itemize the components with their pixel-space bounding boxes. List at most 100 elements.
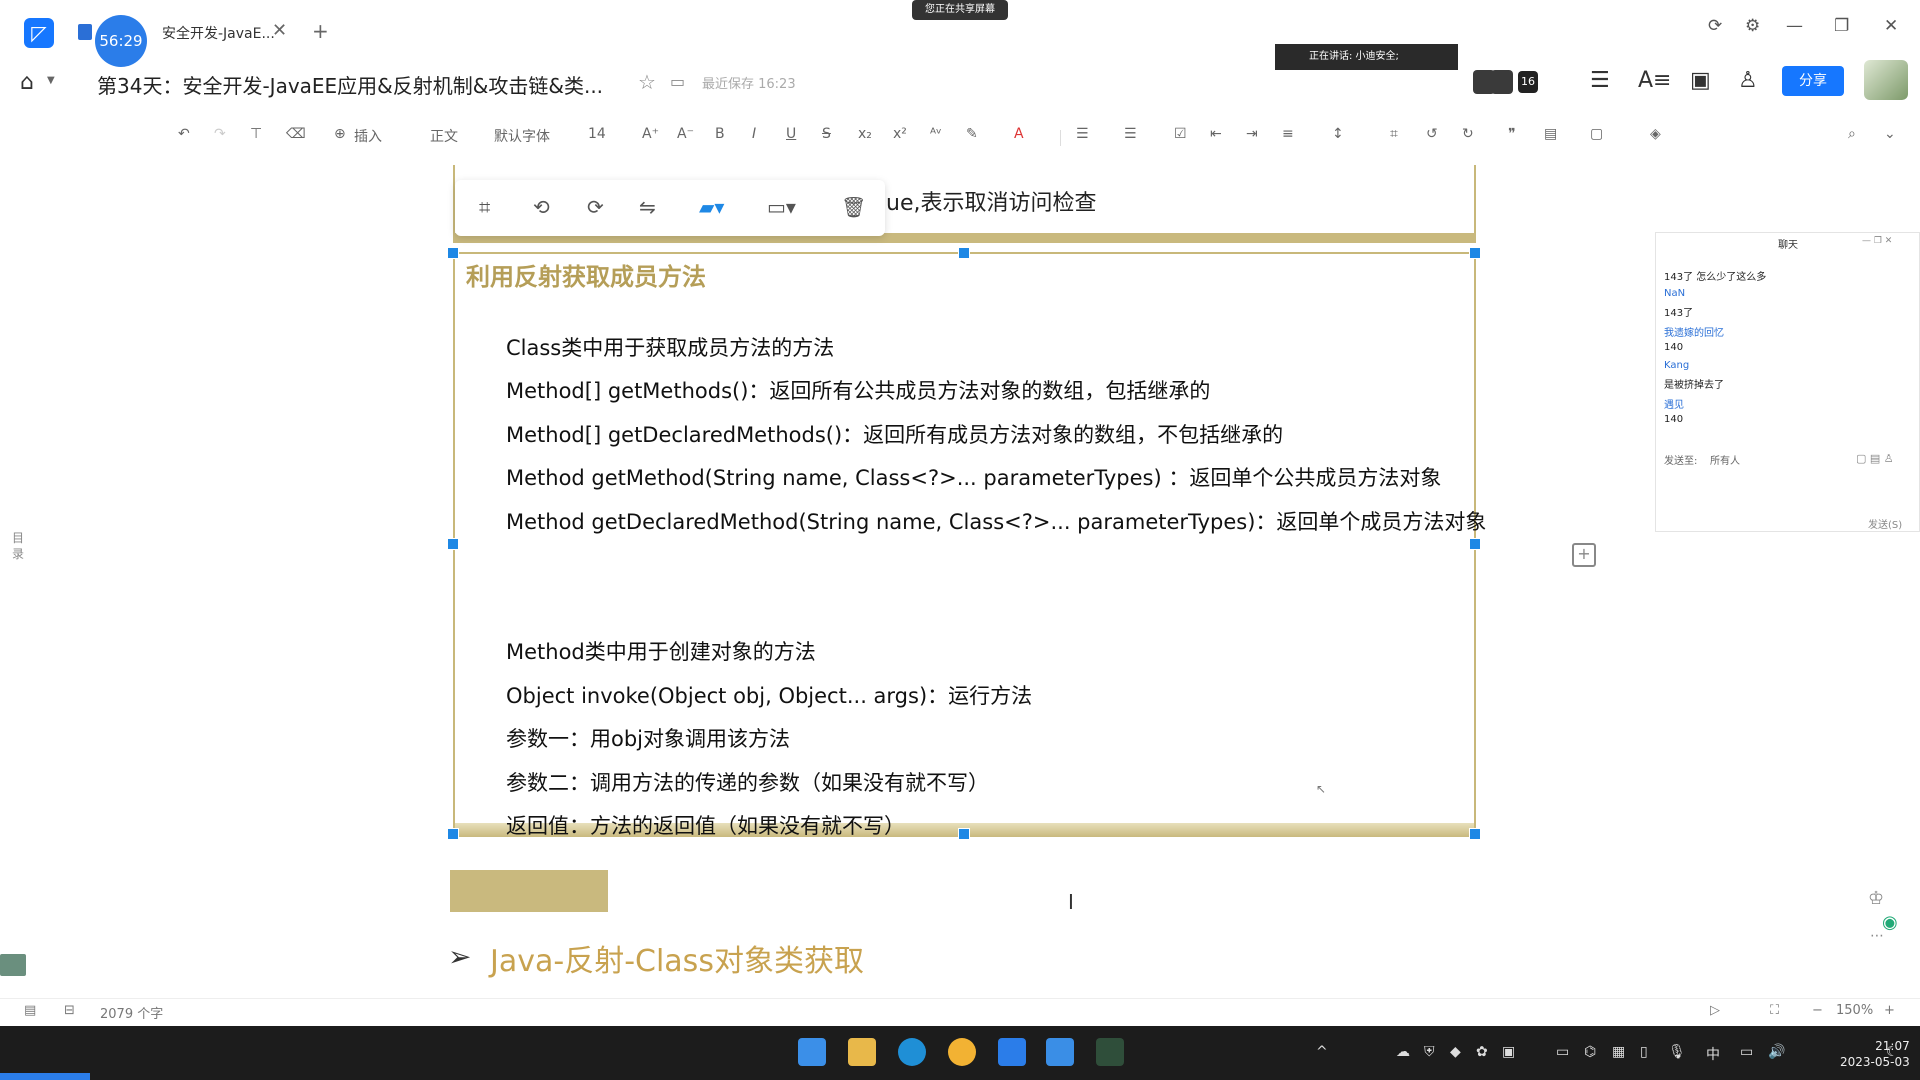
folder-icon[interactable]: ▭ — [670, 72, 685, 91]
crop-icon[interactable]: ⌗ — [479, 195, 490, 219]
font-color-icon[interactable]: A — [1014, 126, 1024, 142]
tray-battery-icon[interactable]: ▯ — [1640, 1044, 1648, 1060]
resize-handle[interactable] — [447, 247, 459, 259]
subscript-icon[interactable]: x₂ — [858, 126, 872, 142]
notification-icon[interactable]: ☾ — [1886, 1044, 1899, 1060]
frame-icon[interactable]: ▭▾ — [767, 195, 796, 219]
zoom-out-icon[interactable]: − — [1812, 1003, 1823, 1018]
tray-app-icon[interactable]: ◆ — [1450, 1044, 1461, 1060]
ide-icon[interactable] — [1096, 1038, 1124, 1066]
crop-icon[interactable]: ⌗ — [1390, 126, 1398, 142]
font-select[interactable]: 默认字体 — [494, 126, 550, 146]
tray-app-icon[interactable]: ▦ — [1612, 1044, 1625, 1060]
menu-icon[interactable]: ☰ — [1590, 68, 1610, 93]
bold-button[interactable]: B — [715, 126, 725, 142]
system-clock[interactable]: 21:07 2023-05-03 — [1840, 1038, 1910, 1070]
tray-overflow-icon[interactable]: ^ — [1316, 1044, 1328, 1060]
underline-button[interactable]: U — [786, 126, 796, 142]
help-icon[interactable]: ◉ — [1882, 912, 1898, 933]
fullscreen-icon[interactable]: ⛶ — [1770, 1003, 1779, 1018]
file-explorer-icon[interactable] — [848, 1038, 876, 1066]
avatar[interactable] — [1491, 70, 1513, 94]
user-avatar[interactable] — [1864, 60, 1908, 100]
insert-menu[interactable]: 插入 — [354, 126, 382, 146]
resize-handle[interactable] — [447, 538, 459, 550]
tray-app-icon[interactable]: ☁ — [1396, 1044, 1410, 1060]
present-icon[interactable]: ▣ — [1690, 68, 1711, 93]
delete-icon[interactable]: 🗑 — [841, 195, 866, 219]
chat-send-button[interactable]: 发送(S) — [1868, 516, 1902, 531]
resize-handle[interactable] — [1469, 538, 1481, 550]
page-view-icon[interactable]: ▤ — [24, 1003, 36, 1018]
new-tab-icon[interactable]: + — [312, 19, 329, 43]
collaborator-count[interactable]: 16 — [1518, 71, 1538, 93]
layout-icon[interactable]: ⊟ — [64, 1003, 75, 1018]
word-count[interactable]: 2079 个字 — [100, 1003, 163, 1022]
collapse-icon[interactable]: ⌄ — [1884, 126, 1896, 142]
redo-icon[interactable]: ↷ — [214, 126, 226, 142]
style-select[interactable]: 正文 — [430, 126, 458, 146]
size-select[interactable]: 14 — [588, 126, 606, 142]
share-button[interactable]: 分享 — [1782, 66, 1844, 96]
undo-icon[interactable]: ↶ — [178, 126, 190, 142]
image-style-icon[interactable]: ▰▾ — [699, 195, 724, 219]
resize-handle[interactable] — [958, 247, 970, 259]
tray-display-icon[interactable]: ▭ — [1556, 1044, 1569, 1060]
add-comment-icon[interactable]: + — [1572, 543, 1596, 567]
chat-window-controls[interactable]: — ❐ ✕ — [1862, 236, 1892, 246]
send-to-select[interactable]: 所有人 — [1710, 452, 1740, 467]
format-painter-icon[interactable]: ⊤ — [250, 126, 262, 142]
tray-app-icon[interactable]: ▣ — [1502, 1044, 1515, 1060]
document-title[interactable]: 第34天：安全开发-JavaEE应用&反射机制&攻击链&类... — [97, 70, 603, 99]
font-settings-icon[interactable]: A≡ — [1638, 68, 1671, 93]
clear-format-icon[interactable]: ⌫ — [286, 126, 306, 142]
highlight-icon[interactable]: ✎ — [966, 126, 978, 142]
template-icon[interactable]: ▢ — [1590, 126, 1603, 142]
numbered-list-icon[interactable]: ☰ — [1124, 126, 1137, 142]
italic-button[interactable]: I — [752, 126, 756, 142]
rotate-right-icon[interactable]: ⟳ — [587, 195, 604, 219]
docs-app-icon[interactable] — [998, 1038, 1026, 1066]
edge-icon[interactable] — [898, 1038, 926, 1066]
font-grow-icon[interactable]: A⁺ — [642, 126, 659, 142]
tab-close-icon[interactable]: ✕ — [272, 20, 287, 41]
bullet-list-icon[interactable]: ☰ — [1076, 126, 1089, 142]
rotate-right-icon[interactable]: ↻ — [1462, 126, 1474, 142]
resize-handle[interactable] — [447, 828, 459, 840]
tray-shield-icon[interactable]: ⛨ — [1424, 1044, 1435, 1060]
more-icon[interactable]: ⋯ — [1870, 928, 1884, 944]
outline-icon[interactable] — [0, 954, 26, 976]
resize-handle[interactable] — [1469, 828, 1481, 840]
tray-app-icon[interactable]: ✿ — [1476, 1044, 1488, 1060]
superscript-icon[interactable]: x² — [893, 126, 907, 142]
ime-indicator[interactable]: 中 — [1706, 1044, 1720, 1064]
restore-icon[interactable]: ❐ — [1834, 16, 1849, 36]
resize-handle[interactable] — [1469, 247, 1481, 259]
start-icon[interactable] — [798, 1038, 826, 1066]
zoom-level[interactable]: 150% — [1836, 1003, 1873, 1018]
skin-icon[interactable]: ♔ — [1868, 888, 1884, 909]
resize-handle[interactable] — [958, 828, 970, 840]
chat-tools-icon[interactable]: ▢ ▤ ♙ — [1856, 452, 1894, 465]
settings-icon[interactable]: ⚙ — [1745, 16, 1760, 36]
tray-network-icon[interactable]: ⌬ — [1584, 1044, 1596, 1060]
align-icon[interactable]: ≡ — [1282, 126, 1294, 142]
refresh-icon[interactable]: ⟳ — [1708, 16, 1722, 36]
rotate-left-icon[interactable]: ⟲ — [533, 195, 550, 219]
user-manage-icon[interactable]: ♙ — [1738, 68, 1758, 93]
chevron-down-icon[interactable]: ▼ — [47, 75, 55, 86]
divider-icon[interactable]: ▤ — [1544, 126, 1557, 142]
tray-monitor-icon[interactable]: ▭ — [1740, 1044, 1753, 1060]
insert-icon[interactable]: ⊕ — [334, 126, 346, 142]
font-shrink-icon[interactable]: A⁻ — [677, 126, 694, 142]
quote-icon[interactable]: ❞ — [1508, 126, 1516, 142]
volume-icon[interactable]: 🔊 — [1768, 1044, 1785, 1060]
line-spacing-icon[interactable]: ↕ — [1332, 126, 1344, 142]
tray-mic-icon[interactable]: 🎙 — [1668, 1044, 1686, 1060]
app-logo-icon[interactable]: ◸ — [24, 18, 54, 48]
plugin-icon[interactable]: ◈ — [1650, 126, 1661, 142]
strike-button[interactable]: S — [822, 126, 831, 142]
zoom-in-icon[interactable]: + — [1884, 1003, 1895, 1018]
flip-icon[interactable]: ⇋ — [639, 195, 656, 219]
indent-icon[interactable]: ⇥ — [1246, 126, 1258, 142]
